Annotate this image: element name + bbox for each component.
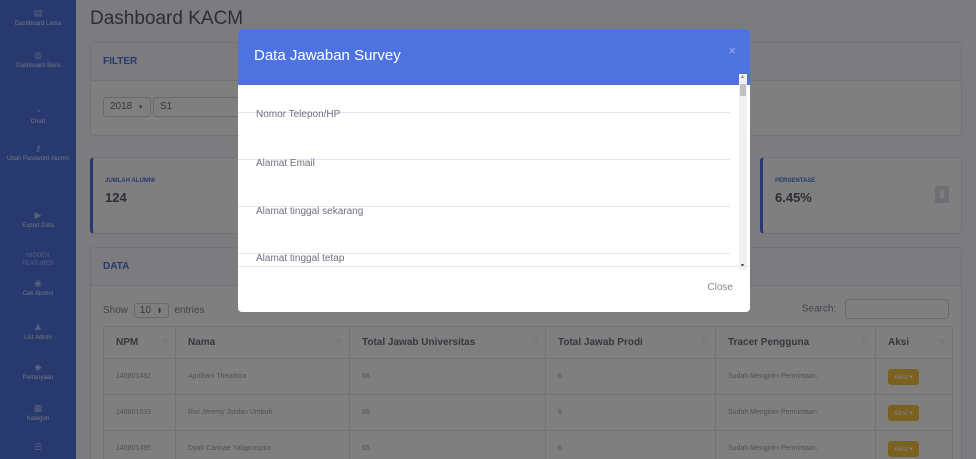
close-icon[interactable]: × — [728, 43, 736, 58]
modal-header: Data Jawaban Survey × — [238, 29, 750, 85]
scroll-thumb[interactable] — [740, 84, 746, 96]
modal-body: Nomor Telepon/HP Alamat Email Alamat tin… — [238, 85, 750, 265]
survey-question: Alamat tinggal sekarang — [256, 206, 364, 217]
modal-footer: Close — [238, 266, 750, 312]
modal-title: Data Jawaban Survey — [254, 47, 401, 64]
survey-question: Nomor Telepon/HP — [256, 109, 341, 120]
survey-item: Alamat tinggal sekarang — [238, 206, 730, 254]
survey-item: Alamat tinggal tetap — [238, 253, 730, 265]
close-button[interactable]: Close — [707, 282, 733, 293]
survey-question: Alamat Email — [256, 158, 315, 169]
survey-item: Alamat Email — [238, 158, 730, 207]
survey-modal: Data Jawaban Survey × Nomor Telepon/HP A… — [238, 29, 750, 312]
survey-question: Alamat tinggal tetap — [256, 253, 345, 264]
scroll-up-icon[interactable]: ▲ — [740, 74, 745, 80]
modal-scrollbar[interactable]: ▲ ▼ — [739, 74, 747, 270]
survey-item: Nomor Telepon/HP — [238, 109, 730, 160]
